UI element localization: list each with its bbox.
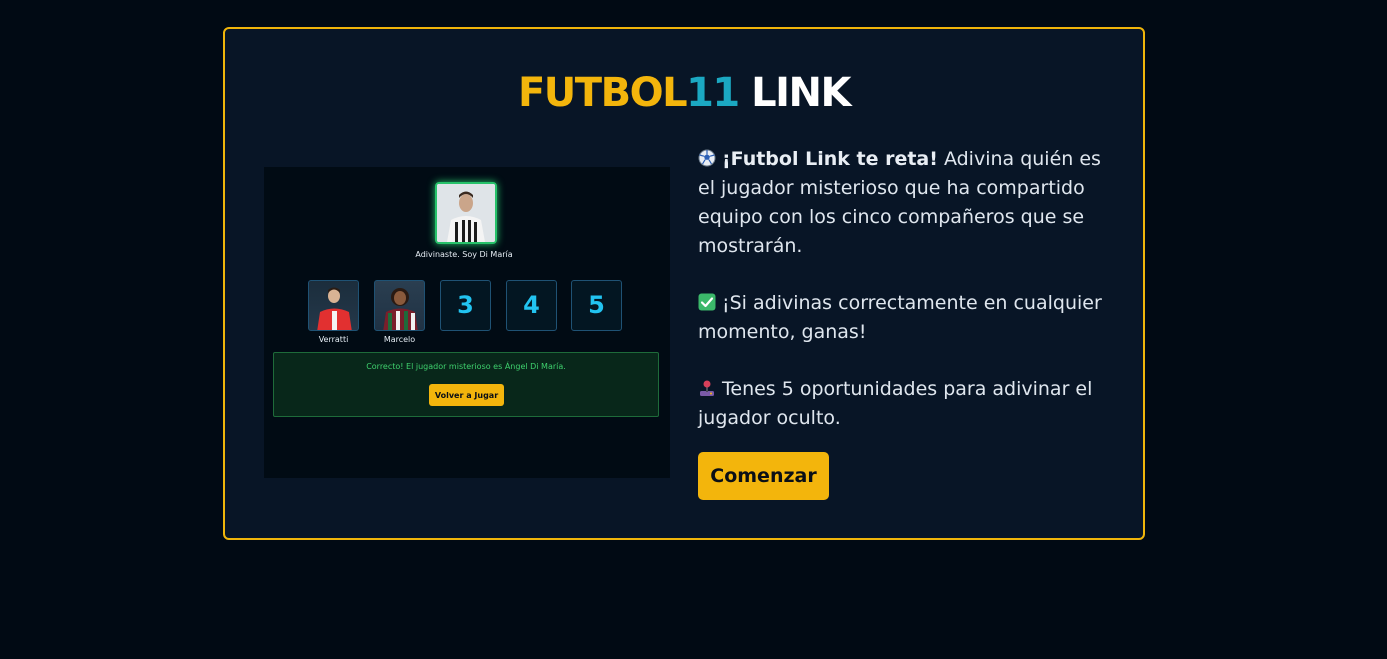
intro-paragraph-3: Tenes 5 oportunidades para adivinar el j… [698, 375, 1118, 433]
logo-futbol: FUTBOL [517, 70, 688, 116]
teammate-label-1: Verratti [318, 335, 349, 344]
soccer-ball-icon [698, 149, 716, 167]
teammate-label-2: Marcelo [383, 335, 416, 344]
start-button[interactable]: Comenzar [698, 452, 829, 500]
player-photo-verratti [317, 287, 352, 330]
result-message: Correcto! El jugador misterioso es Ángel… [366, 362, 566, 371]
intro-paragraph-1: ¡Futbol Link te reta! Adivina quién es e… [698, 145, 1118, 261]
mystery-player-photo [435, 182, 497, 244]
slot-number-4: 4 [523, 291, 540, 319]
slot-number-3: 3 [457, 291, 474, 319]
result-panel: Correcto! El jugador misterioso es Ángel… [273, 352, 659, 417]
intro-paragraph-2: ¡Si adivinas correctamente en cualquier … [698, 289, 1118, 347]
intro-text-3: Tenes 5 oportunidades para adivinar el j… [698, 378, 1093, 429]
gameplay-preview-image: Adivinaste. Soy Di María Verratti Marcel… [264, 167, 670, 478]
player-photo-marcelo [383, 288, 418, 330]
intro-text-2: ¡Si adivinas correctamente en cualquier … [698, 292, 1102, 343]
joystick-icon [700, 380, 714, 396]
teammate-slot-2 [374, 280, 425, 331]
logo-eleven: 11 [686, 70, 740, 116]
slot-number-5: 5 [588, 291, 605, 319]
logo: FUTBOL11 LINK [225, 69, 1143, 117]
logo-link: LINK [738, 70, 851, 116]
game-card: FUTBOL11 LINK Adivinaste. Soy Di María V… [223, 27, 1145, 540]
intro-highlight: ¡Futbol Link te reta! [722, 148, 938, 170]
mystery-caption: Adivinaste. Soy Di María [415, 250, 513, 259]
teammate-slot-5: 5 [571, 280, 622, 331]
teammate-slot-3: 3 [440, 280, 491, 331]
replay-button-preview: Volver a Jugar [429, 384, 504, 406]
teammate-slot-4: 4 [506, 280, 557, 331]
teammate-slot-1 [308, 280, 359, 331]
check-mark-icon [698, 293, 716, 311]
